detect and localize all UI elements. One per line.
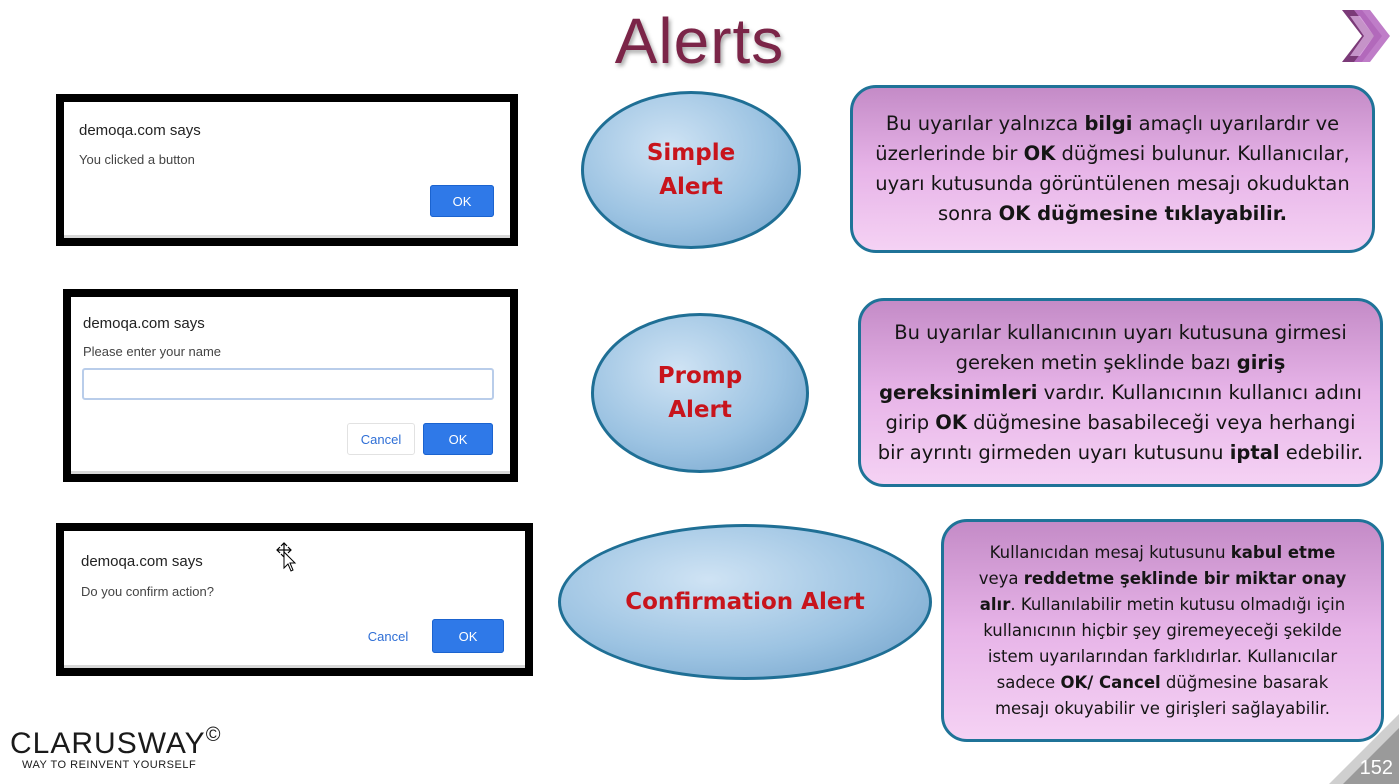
prompt-alert-description: Bu uyarılar kullanıcının uyarı kutusuna … bbox=[858, 298, 1383, 487]
simple-description-segment: bilgi bbox=[1084, 112, 1133, 135]
confirm-description-segment: veya bbox=[978, 568, 1024, 588]
confirm-description-segment: Kullanıcıdan mesaj kutusunu bbox=[989, 542, 1231, 562]
confirm-description-segment: OK/ Cancel bbox=[1060, 672, 1161, 692]
prompt-alert-screenshot: demoqa.com says Please enter your name C… bbox=[63, 289, 518, 482]
confirmation-alert-label-text: Confirmation Alert bbox=[625, 589, 865, 615]
dialog-title: demoqa.com says bbox=[79, 122, 201, 139]
confirmation-alert-description: Kullanıcıdan mesaj kutusunu kabul etme v… bbox=[941, 519, 1384, 742]
simple-alert-description-text: Bu uyarılar yalnızca bilgi amaçlı uyarıl… bbox=[873, 109, 1352, 229]
dialog-message: Please enter your name bbox=[83, 344, 222, 359]
prompt-alert-dialog: demoqa.com says Please enter your name C… bbox=[71, 297, 510, 474]
prompt-description-segment: edebilir. bbox=[1279, 440, 1364, 464]
cancel-button[interactable]: Cancel bbox=[347, 423, 415, 455]
move-cursor-icon bbox=[276, 542, 297, 572]
dialog-message: You clicked a button bbox=[79, 152, 195, 167]
chevron-logo-icon bbox=[1342, 10, 1390, 62]
confirmation-alert-label: Confirmation Alert bbox=[558, 524, 932, 680]
simple-description-segment: Bu uyarılar yalnızca bbox=[885, 112, 1085, 135]
simple-alert-label-text: Simple Alert bbox=[646, 140, 736, 200]
ok-button[interactable]: OK bbox=[432, 619, 504, 653]
dialog-message: Do you confirm action? bbox=[81, 584, 214, 599]
cancel-button[interactable]: Cancel bbox=[354, 619, 422, 653]
ok-button[interactable]: OK bbox=[430, 185, 494, 217]
simple-description-segment: OK düğmesine tıklayabilir. bbox=[998, 202, 1287, 225]
prompt-alert-description-text: Bu uyarılar kullanıcının uyarı kutusuna … bbox=[875, 318, 1366, 468]
brand-tagline: WAY TO REINVENT YOURSELF bbox=[22, 759, 197, 771]
prompt-description-segment: iptal bbox=[1229, 440, 1280, 464]
copyright-symbol: © bbox=[205, 724, 222, 746]
name-input[interactable] bbox=[82, 368, 494, 400]
prompt-alert-label-text: Promp Alert bbox=[657, 363, 743, 423]
dialog-title: demoqa.com says bbox=[83, 315, 205, 332]
simple-alert-screenshot: demoqa.com says You clicked a button OK bbox=[56, 94, 518, 246]
confirmation-alert-description-text: Kullanıcıdan mesaj kutusunu kabul etme v… bbox=[970, 540, 1355, 722]
simple-alert-description: Bu uyarılar yalnızca bilgi amaçlı uyarıl… bbox=[850, 85, 1375, 253]
simple-alert-dialog: demoqa.com says You clicked a button OK bbox=[64, 102, 510, 238]
brand-name: CLARUSWAY bbox=[10, 727, 206, 760]
brand-logo: CLARUSWAY© bbox=[10, 724, 221, 761]
confirm-description-segment: kabul etme bbox=[1230, 542, 1336, 562]
simple-description-segment: OK bbox=[1023, 142, 1056, 165]
dialog-title: demoqa.com says bbox=[81, 553, 203, 570]
prompt-description-segment: OK bbox=[935, 410, 967, 434]
page-number: 152 bbox=[1359, 757, 1393, 779]
slide-title: Alerts bbox=[614, 5, 785, 77]
simple-alert-label: Simple Alert bbox=[581, 91, 801, 249]
ok-button[interactable]: OK bbox=[423, 423, 493, 455]
prompt-alert-label: Promp Alert bbox=[591, 313, 809, 473]
